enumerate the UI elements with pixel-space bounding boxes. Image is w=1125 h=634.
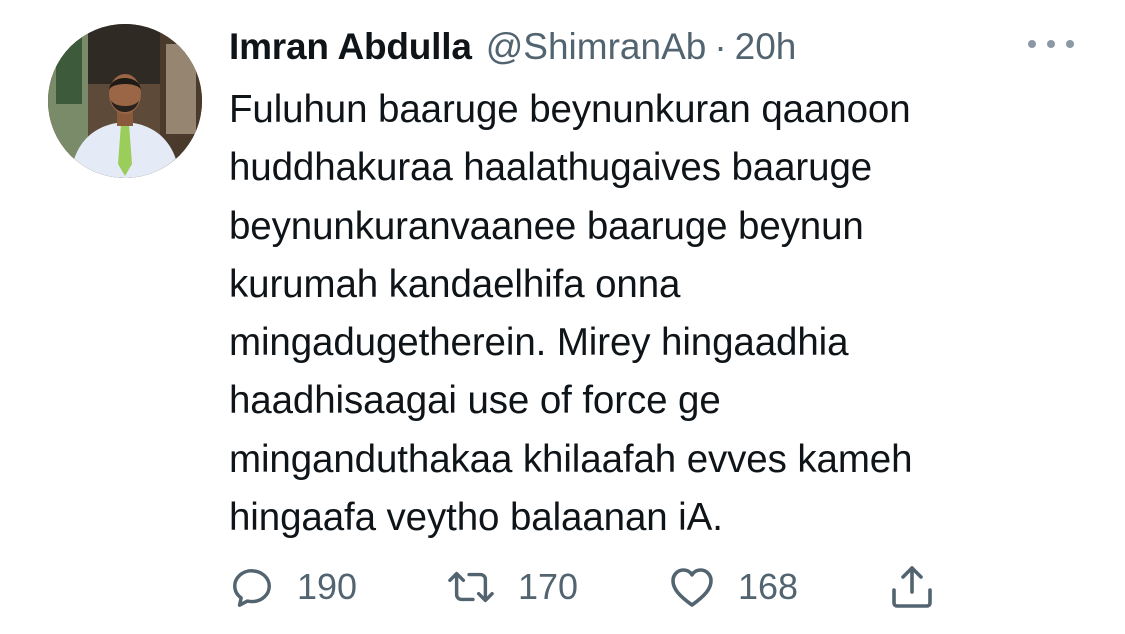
- tweet-text-line: minganduthakaa khilaafah evves kameh: [229, 437, 913, 481]
- tweet-actions: 190 170 168: [0, 552, 1125, 622]
- like-count: 168: [738, 566, 799, 607]
- tweet-text-line: huddhakuraa haalathugaives baaruge: [229, 146, 873, 190]
- retweet-icon: [448, 571, 494, 603]
- reply-count: 190: [297, 566, 358, 607]
- tweet-text-line: hingaafa veytho balaanan iA.: [229, 496, 723, 540]
- tweet-text: Fuluhun baaruge beynunkuran qaanoon hudd…: [229, 81, 1089, 547]
- display-name[interactable]: Imran Abdulla: [229, 22, 472, 72]
- tweet-text-line: mingadugetherein. Mirey hingaadhia: [229, 321, 849, 365]
- more-dot: [1028, 40, 1036, 48]
- timestamp[interactable]: 20h: [735, 22, 797, 72]
- more-icon[interactable]: [1028, 34, 1074, 54]
- reply-button[interactable]: 190: [229, 552, 357, 622]
- tweet-text-line: Fuluhun baaruge beynunkuran qaanoon: [229, 88, 911, 131]
- tweet: Imran Abdulla @ShimranAb · 20h Fuluhun b…: [0, 0, 1125, 634]
- retweet-button[interactable]: 170: [446, 552, 578, 622]
- more-dot: [1066, 40, 1074, 48]
- tweet-text-line: kurumah kandaelhifa onna: [229, 262, 681, 306]
- more-dot: [1047, 40, 1055, 48]
- heart-icon: [671, 568, 713, 607]
- share-button[interactable]: [888, 552, 936, 622]
- avatar[interactable]: [48, 24, 202, 178]
- separator-dot: ·: [714, 26, 727, 67]
- retweet-count: 170: [518, 566, 579, 607]
- user-handle[interactable]: @ShimranAb: [486, 22, 707, 72]
- tweet-text-line: haadhisaagai use of force ge: [229, 379, 721, 423]
- tweet-text-line: beynunkuranvaanee baaruge beynun: [229, 204, 864, 248]
- avatar-photo: [48, 24, 202, 178]
- like-button[interactable]: 168: [668, 552, 798, 622]
- reply-icon: [233, 568, 271, 607]
- share-icon: [892, 566, 932, 608]
- tweet-header: Imran Abdulla @ShimranAb · 20h: [229, 22, 796, 72]
